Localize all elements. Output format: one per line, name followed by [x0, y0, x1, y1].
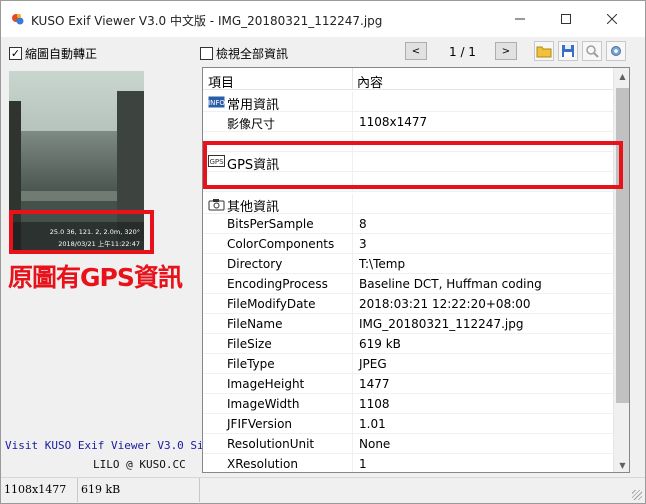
grid-header: 項目 內容 [203, 68, 613, 91]
close-icon [607, 14, 617, 24]
section-row-common[interactable]: INFO 常用資訊 [203, 92, 613, 113]
app-icon [12, 14, 24, 25]
table-row[interactable]: XResolution 1 [203, 454, 613, 472]
scroll-down-icon[interactable]: ▼ [614, 457, 629, 472]
section-row-other[interactable]: 其他資訊 [203, 194, 613, 215]
open-folder-button[interactable] [534, 41, 554, 61]
table-row[interactable]: FileType JPEG [203, 354, 613, 374]
scrollbar-thumb[interactable] [616, 88, 629, 403]
table-row[interactable]: 影像尺寸 1108x1477 [203, 112, 613, 132]
info-icon: INFO [208, 96, 225, 108]
toolbar: ✓ 縮圖自動轉正 檢視全部資訊 < 1 / 1 > [1, 37, 645, 67]
table-row[interactable]: ResolutionUnit None [203, 434, 613, 454]
checkbox-checked-icon[interactable]: ✓ [9, 47, 22, 60]
column-header-value[interactable]: 內容 [357, 72, 383, 91]
table-row[interactable]: JFIFVersion 1.01 [203, 414, 613, 434]
resize-grip-icon[interactable] [632, 490, 642, 500]
table-row[interactable]: EncodingProcess Baseline DCT, Huffman cod… [203, 274, 613, 294]
table-row[interactable]: FileName IMG_20180321_112247.jpg [203, 314, 613, 334]
table-row[interactable]: Directory T:\Temp [203, 254, 613, 274]
window-title: KUSO Exif Viewer V3.0 中文版 - IMG_20180321… [31, 14, 383, 28]
auto-rotate-label: 縮圖自動轉正 [25, 47, 98, 61]
prev-page-button[interactable]: < [405, 42, 427, 60]
next-page-button[interactable]: > [495, 42, 517, 60]
settings-icon [611, 46, 621, 56]
table-row[interactable]: ColorComponents 3 [203, 234, 613, 254]
gps-annotation: 原圖有GPS資訊 [8, 263, 183, 292]
credit-text: LILO @ KUSO.CC [93, 458, 186, 471]
settings-button[interactable] [606, 41, 626, 61]
table-row[interactable]: FileModifyDate 2018:03:21 12:22:20+08:00 [203, 294, 613, 314]
auto-rotate-checkbox[interactable]: ✓ 縮圖自動轉正 [9, 45, 97, 62]
status-dimensions: 1108x1477 [1, 478, 78, 502]
exif-grid[interactable]: 項目 內容 INFO 常用資訊 影像尺寸 1108x1477 GPS GPS資訊… [202, 67, 630, 473]
gps-section-highlight [203, 141, 623, 189]
column-header-item[interactable]: 項目 [208, 72, 234, 91]
table-row[interactable]: BitsPerSample 8 [203, 214, 613, 234]
camera-icon [208, 199, 225, 211]
site-link[interactable]: Visit KUSO Exif Viewer V3.0 Site [5, 439, 217, 452]
open-folder-icon [536, 46, 552, 58]
zoom-icon [586, 45, 599, 58]
title-bar: KUSO Exif Viewer V3.0 中文版 - IMG_20180321… [1, 1, 645, 37]
checkbox-unchecked-icon[interactable] [200, 47, 213, 60]
table-row[interactable]: ImageHeight 1477 [203, 374, 613, 394]
minimize-button[interactable] [497, 1, 543, 37]
vertical-scrollbar[interactable]: ▲ ▼ [613, 68, 629, 472]
table-row[interactable]: ImageWidth 1108 [203, 394, 613, 414]
svg-text:INFO: INFO [208, 99, 225, 107]
status-bar: 1108x1477 619 kB [1, 477, 645, 503]
table-row[interactable]: FileSize 619 kB [203, 334, 613, 354]
scroll-up-icon[interactable]: ▲ [614, 68, 629, 85]
show-all-checkbox[interactable]: 檢視全部資訊 [200, 45, 288, 62]
status-filesize: 619 kB [78, 478, 200, 502]
minimize-icon [515, 18, 525, 20]
save-icon [562, 45, 574, 57]
save-button[interactable] [558, 41, 578, 61]
gps-overlay-highlight [9, 210, 154, 254]
close-button[interactable] [589, 1, 635, 37]
app-window: KUSO Exif Viewer V3.0 中文版 - IMG_20180321… [0, 0, 646, 504]
maximize-icon [561, 14, 571, 24]
show-all-label: 檢視全部資訊 [216, 47, 289, 61]
zoom-button[interactable] [582, 41, 602, 61]
maximize-button[interactable] [543, 1, 589, 37]
page-indicator: 1 / 1 [449, 45, 476, 59]
